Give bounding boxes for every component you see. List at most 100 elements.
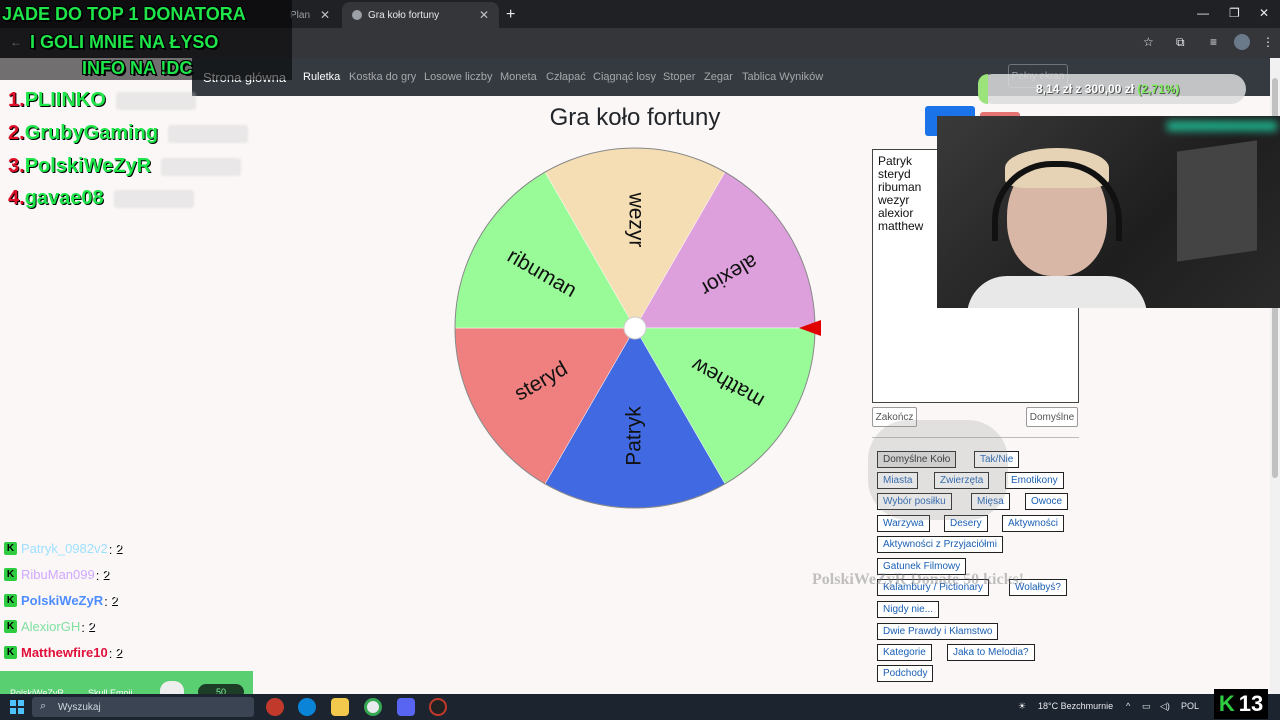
chat-message: K Patryk_0982v2: 2 <box>4 541 122 556</box>
kick-badge-icon: K <box>4 568 17 581</box>
preset-button[interactable]: Owoce <box>1025 493 1069 510</box>
nav-link-czlapac[interactable]: Człapać <box>546 71 586 83</box>
weather-text[interactable]: 18°C Bezchmurnie <box>1038 701 1113 711</box>
wheel-segment-label: wezyr <box>624 192 647 248</box>
donor-row: 4.gavae08 <box>8 187 194 210</box>
network-icon[interactable]: ▭ <box>1142 701 1151 712</box>
weather-icon: ☀ <box>1018 701 1027 711</box>
goal-percent: (2,71%) <box>1137 82 1180 96</box>
preset-button[interactable]: Nigdy nie... <box>877 601 940 618</box>
opera-icon[interactable] <box>266 698 284 716</box>
skull-watermark <box>868 420 1008 520</box>
chat-text: : 2 <box>107 645 123 660</box>
donor-amount-blurred <box>113 189 194 208</box>
kick-k-icon: K <box>1218 691 1235 716</box>
search-icon: ⌕ <box>40 700 47 712</box>
star-icon[interactable]: ☆ <box>1143 35 1154 49</box>
preset-button[interactable]: Dwie Prawdy i Kłamstwo <box>877 623 999 640</box>
new-tab-button[interactable]: + <box>506 6 515 24</box>
preset-button[interactable]: Aktywności z Przyjaciółmi <box>877 536 1003 553</box>
wheel-hub[interactable] <box>623 316 647 340</box>
chat-username: RibuMan099 <box>21 567 95 582</box>
chat-text: : 2 <box>103 593 118 608</box>
nav-link-kostka[interactable]: Kostka do gry <box>349 71 416 83</box>
chat-text: : 2 <box>94 567 110 582</box>
nav-link-tablica-wynikow[interactable]: Tablica Wyników <box>742 71 823 83</box>
nav-link-losowe-liczby[interactable]: Losowe liczby <box>424 71 492 83</box>
tray-arrow-icon[interactable]: ^ <box>1126 701 1130 711</box>
maximize-button[interactable]: ❐ <box>1229 6 1240 20</box>
kick-badge-icon: K <box>4 620 17 633</box>
headline-line-1: JADE DO TOP 1 DONATORA <box>2 4 246 24</box>
tab-inactive-label: Plan <box>290 9 311 21</box>
screen: Plan✕ Gra koło fortuny ✕ + — ❐ ✕ ← ☆ ⧉ ≡… <box>0 0 1280 720</box>
donation-goal-bar: 8,14 zł z 300,00 zł (2,71%) <box>978 74 1246 104</box>
page-title: Gra koło fortuny <box>549 104 721 131</box>
donor-row: 2.GrubyGaming <box>8 122 249 145</box>
goal-amount: 8,14 zł z 300,00 zł <box>1036 82 1135 96</box>
discord-icon[interactable] <box>397 698 415 716</box>
led-light <box>1167 121 1277 131</box>
donor-amount-blurred <box>115 91 196 110</box>
preset-button[interactable]: Podchody <box>877 665 934 682</box>
close-window-button[interactable]: ✕ <box>1259 6 1269 20</box>
edge-icon[interactable] <box>298 698 316 716</box>
default-button[interactable]: Domyślne <box>1026 407 1078 427</box>
file-explorer-icon[interactable] <box>331 698 349 716</box>
language-indicator[interactable]: POL <box>1181 701 1199 711</box>
kick-badge-icon: K <box>4 646 17 659</box>
fortune-wheel[interactable]: wezyralexiormatthewPatryksterydribuman <box>450 143 830 515</box>
media-icon[interactable]: ≡ <box>1210 35 1217 49</box>
shirt <box>967 276 1147 308</box>
chat-message: K Matthewfire10: 2 <box>4 645 122 660</box>
chat-username: AlexiorGH <box>21 619 81 634</box>
close-icon[interactable]: ✕ <box>479 8 489 22</box>
headline-line-2: I GOLI MNIE NA ŁYSO <box>30 32 219 52</box>
donor-rank: 2. <box>8 122 25 144</box>
extensions-icon[interactable]: ⧉ <box>1176 35 1185 50</box>
kick-badge-icon: K <box>4 594 17 607</box>
profile-avatar[interactable] <box>1234 34 1250 50</box>
minimize-button[interactable]: — <box>1197 6 1209 20</box>
donor-row: 3.PolskiWeZyR <box>8 155 242 178</box>
chat-username: Matthewfire10 <box>21 645 108 660</box>
donor-amount-blurred <box>161 157 242 176</box>
nav-link-ruletka[interactable]: Ruletka <box>303 71 340 83</box>
wall-poster <box>1177 140 1257 262</box>
donor-name: GrubyGaming <box>24 122 159 144</box>
volume-icon[interactable]: ◁) <box>1160 701 1170 712</box>
webcam-feed <box>937 116 1280 308</box>
preset-button[interactable]: Emotikony <box>1005 472 1064 489</box>
close-icon[interactable]: ✕ <box>320 8 330 22</box>
tab-active-label: Gra koło fortuny <box>368 9 440 21</box>
donor-name: PolskiWeZyR <box>24 155 152 177</box>
windows-start-icon[interactable] <box>10 700 24 714</box>
donor-row: 1.PLIINKO <box>8 89 196 112</box>
goal-text: 8,14 zł z 300,00 zł (2,71%) <box>1036 82 1179 96</box>
donor-amount-blurred <box>168 124 249 143</box>
donor-name: PLIINKO <box>24 89 106 111</box>
globe-icon <box>352 10 362 20</box>
kick-number: 13 <box>1238 691 1264 716</box>
donor-name: gavae08 <box>24 187 104 209</box>
taskbar-search[interactable]: ⌕ Wyszukaj <box>32 697 254 717</box>
preset-button[interactable]: Jaka to Melodia? <box>947 644 1035 661</box>
search-placeholder: Wyszukaj <box>58 701 101 713</box>
donor-rank: 4. <box>8 187 25 209</box>
tab-active[interactable]: Gra koło fortuny ✕ <box>342 2 499 28</box>
kick-badge-icon: K <box>4 542 17 555</box>
preset-button[interactable]: Aktywności <box>1002 515 1065 532</box>
goal-fill <box>978 74 988 104</box>
chrome-icon[interactable] <box>364 698 382 716</box>
chat-message: K AlexiorGH: 2 <box>4 619 95 634</box>
nav-link-moneta[interactable]: Moneta <box>500 71 537 83</box>
obs-icon[interactable] <box>429 698 447 716</box>
chat-message: K PolskiWeZyR: 2 <box>4 593 118 608</box>
chat-username: Patryk_0982v2 <box>21 541 108 556</box>
menu-icon[interactable]: ⋮ <box>1262 35 1274 49</box>
nav-link-ciagnac-losy[interactable]: Ciągnąć losy <box>593 71 656 83</box>
nav-link-zegar[interactable]: Zegar <box>704 71 733 83</box>
nav-link-stoper[interactable]: Stoper <box>663 71 695 83</box>
chat-text: : 2 <box>107 541 123 556</box>
preset-button[interactable]: Kategorie <box>877 644 932 661</box>
